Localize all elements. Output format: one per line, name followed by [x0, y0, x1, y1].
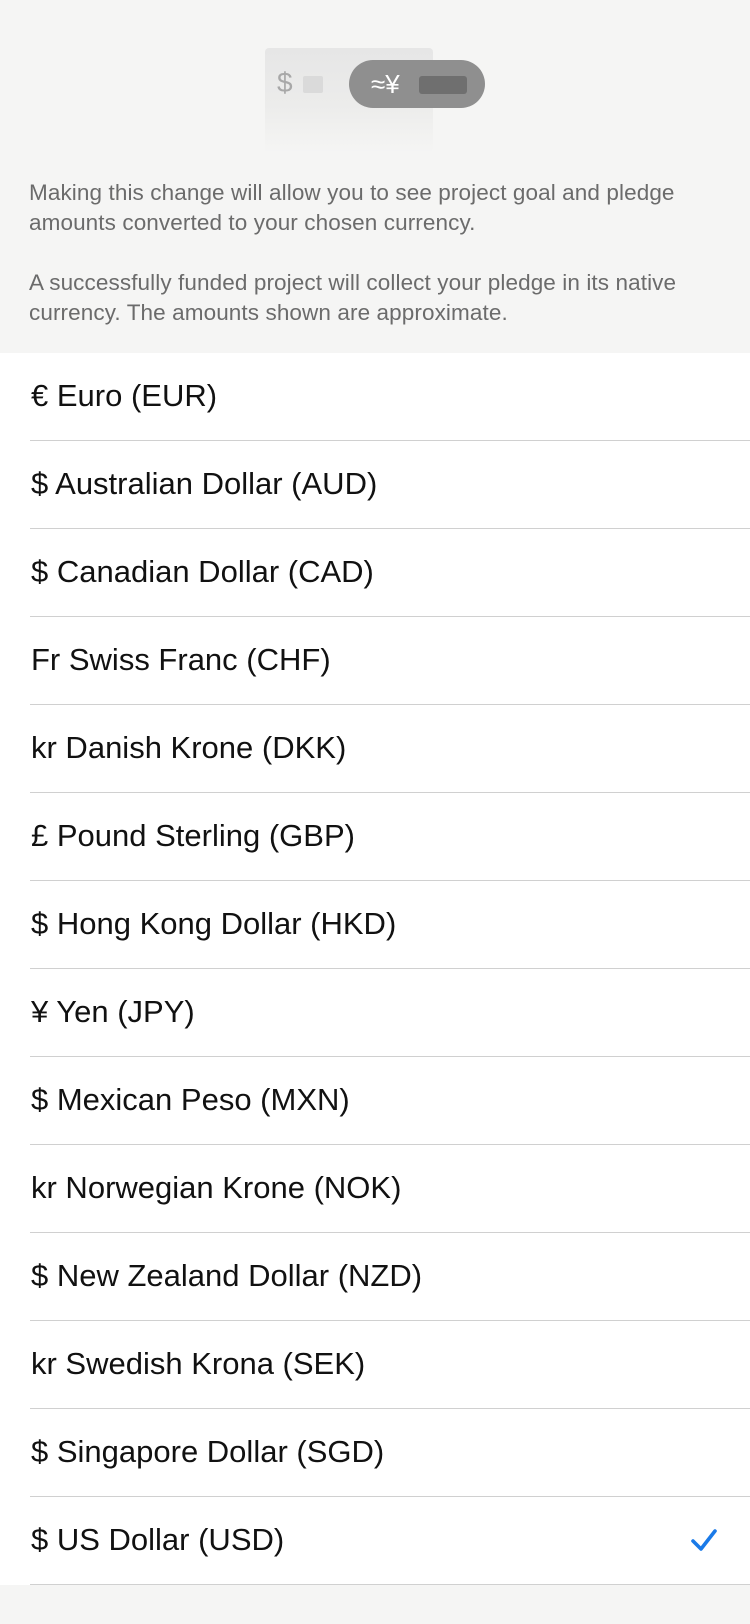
illustration-converted-placeholder — [419, 76, 467, 94]
currency-row[interactable]: $ US Dollar (USD) — [0, 1497, 750, 1585]
currency-label: kr Danish Krone (DKK) — [31, 730, 347, 765]
currency-label: Fr Swiss Franc (CHF) — [31, 642, 331, 677]
currency-label: kr Norwegian Krone (NOK) — [31, 1170, 402, 1205]
checkmark-icon — [691, 1529, 717, 1551]
currency-row[interactable]: kr Swedish Krona (SEK) — [0, 1321, 750, 1409]
currency-label: $ Hong Kong Dollar (HKD) — [31, 906, 397, 941]
currency-row[interactable]: $ New Zealand Dollar (NZD) — [0, 1233, 750, 1321]
currency-row[interactable]: $ Hong Kong Dollar (HKD) — [0, 881, 750, 969]
currency-row[interactable]: Fr Swiss Franc (CHF) — [0, 617, 750, 705]
currency-row[interactable]: $ Singapore Dollar (SGD) — [0, 1409, 750, 1497]
currency-label: $ US Dollar (USD) — [31, 1522, 285, 1557]
illustration-converted-pill: ≈¥ — [349, 60, 485, 108]
illustration-dollar-symbol: $ — [277, 67, 293, 98]
currency-label: $ Canadian Dollar (CAD) — [31, 554, 374, 589]
currency-list: € Euro (EUR) $ Australian Dollar (AUD) $ C… — [0, 353, 750, 1585]
illustration-approx-yen: ≈¥ — [371, 69, 400, 99]
currency-conversion-illustration: $ ≈¥ — [265, 48, 485, 153]
currency-info-header: $ ≈¥ Making this change will allow you t… — [0, 0, 750, 353]
illustration-amount-placeholder — [303, 76, 323, 93]
currency-label: kr Swedish Krona (SEK) — [31, 1346, 366, 1381]
currency-label: $ New Zealand Dollar (NZD) — [31, 1258, 423, 1293]
currency-label: ¥ Yen (JPY) — [31, 994, 195, 1029]
currency-label: $ Mexican Peso (MXN) — [31, 1082, 350, 1117]
currency-row[interactable]: kr Norwegian Krone (NOK) — [0, 1145, 750, 1233]
currency-row[interactable]: kr Danish Krone (DKK) — [0, 705, 750, 793]
currency-label: € Euro (EUR) — [31, 378, 218, 413]
description-conversion-text: Making this change will allow you to see… — [29, 180, 675, 235]
currency-row[interactable]: $ Mexican Peso (MXN) — [0, 1057, 750, 1145]
currency-row[interactable]: $ Canadian Dollar (CAD) — [0, 529, 750, 617]
description-approximate-text: A successfully funded project will colle… — [29, 270, 677, 325]
currency-row[interactable]: £ Pound Sterling (GBP) — [0, 793, 750, 881]
currency-row[interactable]: $ Australian Dollar (AUD) — [0, 441, 750, 529]
currency-label: $ Singapore Dollar (SGD) — [31, 1434, 385, 1469]
currency-label: $ Australian Dollar (AUD) — [31, 466, 378, 501]
currency-row[interactable]: € Euro (EUR) — [0, 353, 750, 441]
currency-label: £ Pound Sterling (GBP) — [31, 818, 355, 853]
currency-row[interactable]: ¥ Yen (JPY) — [0, 969, 750, 1057]
